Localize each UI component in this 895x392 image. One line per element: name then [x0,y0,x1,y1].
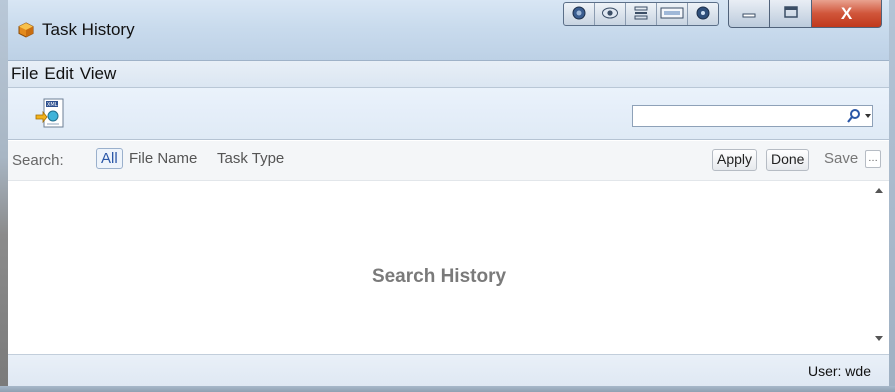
menu-edit[interactable]: Edit [44,64,73,84]
task-history-app-icon [18,22,34,38]
search-input[interactable] [637,107,837,125]
apply-button[interactable]: Apply [712,149,758,171]
minimize-icon [741,6,757,21]
eye-icon [601,6,619,23]
filter-bar: Search: All File Name Task Type Apply Do… [8,141,889,181]
search-field[interactable] [632,105,873,127]
menu-file[interactable]: File [11,64,38,84]
window-frame-right [889,0,895,392]
xml-export-button[interactable]: XML [35,97,65,131]
stack-icon [633,5,649,24]
empty-state-text: Search History [371,266,507,287]
menu-bar: File Edit View [8,60,889,88]
panel-icon [660,7,684,22]
done-button[interactable]: Done [766,149,810,171]
palette-tool-button[interactable] [564,3,595,25]
maximize-icon [783,5,799,22]
status-user: User: wde [807,363,871,379]
title-toolbar [563,2,719,26]
toolbar: XML [8,88,889,140]
stack-tool-button[interactable] [626,3,657,25]
maximize-button[interactable] [770,0,812,28]
minimize-button[interactable] [728,0,770,28]
search-filter-label: Search: [12,152,64,169]
record-icon [695,6,711,23]
title-bar[interactable]: Task History X [0,0,895,60]
filter-chip-task-type[interactable]: Task Type [217,150,284,167]
more-options-button[interactable]: … [865,150,881,168]
task-history-window: Task History X File Edit View XML Search… [0,0,895,392]
window-frame-left [0,0,8,392]
scroll-up-arrow-icon[interactable] [875,188,883,193]
vertical-scrollbar[interactable] [870,182,889,354]
search-dropdown-icon[interactable] [865,114,871,118]
window-title: Task History [42,20,135,39]
close-icon: X [840,3,853,23]
status-bar: User: wde [8,354,889,386]
xml-export-icon: XML [35,98,65,134]
record-tool-button[interactable] [688,3,718,25]
window-frame-bottom [0,386,895,392]
close-button[interactable]: X [812,0,882,28]
filter-chip-file-name[interactable]: File Name [129,150,197,167]
filter-chip-all[interactable]: All [96,148,123,169]
menu-view[interactable]: View [80,64,117,84]
palette-icon [571,6,587,23]
scroll-down-arrow-icon[interactable] [875,336,883,341]
search-icon[interactable] [846,108,862,124]
panel-tool-button[interactable] [657,3,688,25]
save-button[interactable]: Save [824,150,858,167]
history-list[interactable]: Search History [8,182,870,354]
svg-text:XML: XML [47,102,58,108]
eye-tool-button[interactable] [595,3,626,25]
